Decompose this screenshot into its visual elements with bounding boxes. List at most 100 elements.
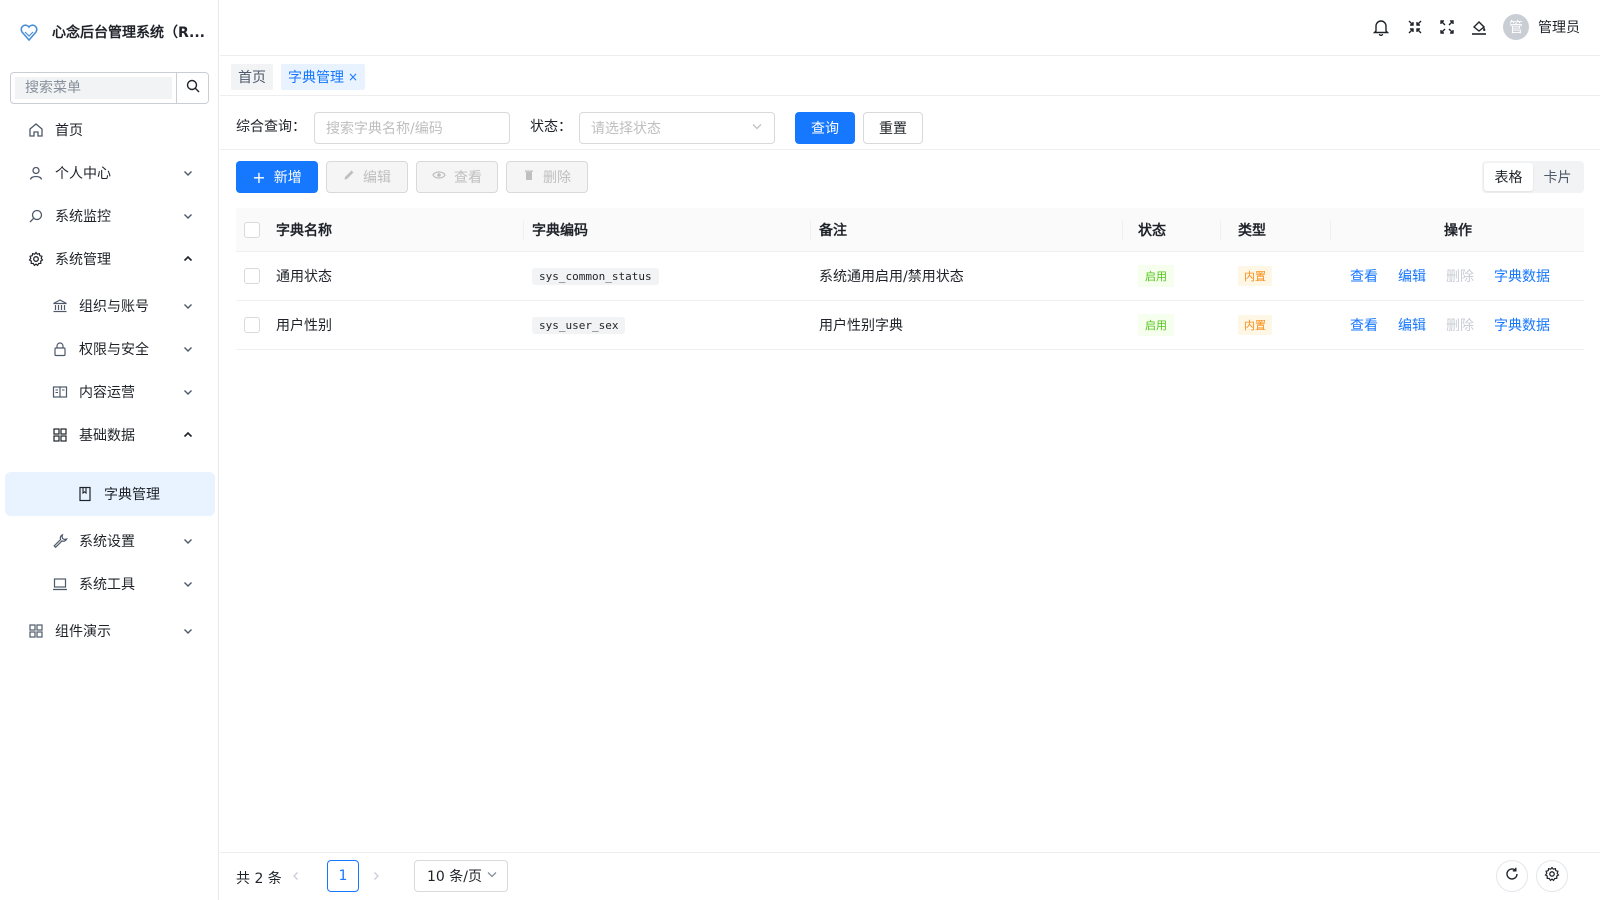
sidebar-item-content-ops[interactable]: 内容运营 [0, 370, 219, 414]
sidebar-item-component-demo[interactable]: 组件演示 [0, 609, 219, 653]
sidebar-item-label: 字典管理 [104, 487, 160, 503]
sidebar-item-monitor[interactable]: 系统监控 [0, 194, 219, 238]
prev-page-icon[interactable] [289, 869, 303, 883]
sidebar-item-profile[interactable]: 个人中心 [0, 151, 219, 195]
tab-bar: 首页 字典管理 × [220, 56, 1600, 96]
fullscreen-icon[interactable] [1437, 17, 1457, 37]
tab-label: 字典管理 [288, 70, 344, 86]
sidebar-item-system-management[interactable]: 系统管理 [0, 237, 219, 281]
gear-icon [1544, 866, 1560, 886]
theme-paint-icon[interactable] [1469, 17, 1489, 37]
page-number-current[interactable]: 1 [327, 860, 359, 892]
delete-button[interactable]: 删除 [506, 161, 588, 193]
cell-code: sys_common_status [532, 267, 659, 285]
sidebar-item-permissions-security[interactable]: 权限与安全 [0, 327, 219, 371]
table-header: 字典名称 字典编码 备注 状态 类型 操作 [236, 208, 1584, 252]
column-divider [1220, 220, 1221, 240]
user-name[interactable]: 管理员 [1538, 17, 1580, 37]
query-input[interactable]: 搜索字典名称/编码 [314, 112, 510, 144]
status-badge: 启用 [1138, 265, 1174, 287]
col-header-status: 状态 [1138, 222, 1166, 239]
view-card-option[interactable]: 卡片 [1533, 163, 1582, 191]
avatar[interactable]: 管 [1503, 14, 1529, 40]
view-mode-toggle: 表格 卡片 [1482, 161, 1584, 193]
sidebar-item-label: 组织与账号 [79, 299, 149, 315]
col-header-code: 字典编码 [532, 222, 588, 239]
menu-search [10, 72, 209, 104]
tab-dict-management[interactable]: 字典管理 × [281, 64, 366, 90]
chevron-up-icon [181, 428, 195, 442]
dict-table: 字典名称 字典编码 备注 状态 类型 操作 通用状态 sys_common_st… [236, 208, 1584, 350]
menu-search-button[interactable] [176, 73, 208, 103]
status-label: 状态： [530, 119, 572, 135]
search-form: 综合查询： 搜索字典名称/编码 状态： 请选择状态 查询 重置 [220, 96, 1600, 150]
sidebar-item-home[interactable]: 首页 [0, 108, 219, 152]
grid-icon [51, 426, 69, 444]
chevron-down-icon [181, 624, 195, 638]
cell-code: sys_user_sex [532, 316, 626, 334]
table-settings-button[interactable] [1536, 860, 1568, 892]
page-size-select[interactable]: 10 条/页 [414, 860, 508, 892]
view-card-label: 卡片 [1543, 170, 1572, 186]
tab-home[interactable]: 首页 [231, 64, 273, 90]
sidebar-item-label: 系统工具 [79, 577, 135, 593]
grid-icon [27, 622, 45, 640]
sidebar-item-system-settings[interactable]: 系统设置 [0, 519, 219, 563]
type-badge: 内置 [1238, 315, 1272, 335]
row-edit-link[interactable]: 编辑 [1398, 315, 1426, 335]
gear-icon [27, 250, 45, 268]
type-badge: 内置 [1238, 266, 1272, 286]
plus-icon: + [252, 167, 266, 187]
collapse-icon[interactable] [1405, 17, 1425, 37]
status-select[interactable]: 请选择状态 [579, 112, 775, 144]
row-dict-data-link[interactable]: 字典数据 [1494, 315, 1550, 335]
view-button[interactable]: 查看 [416, 161, 498, 193]
table-row: 通用状态 sys_common_status 系统通用启用/禁用状态 启用 内置… [236, 252, 1584, 301]
view-button-label: 查看 [454, 170, 482, 186]
row-view-link[interactable]: 查看 [1350, 266, 1378, 286]
sidebar-item-label: 系统管理 [55, 252, 111, 268]
row-view-link[interactable]: 查看 [1350, 315, 1378, 335]
table-row: 用户性别 sys_user_sex 用户性别字典 启用 内置 查看 编辑 删除 … [236, 301, 1584, 350]
row-dict-data-link[interactable]: 字典数据 [1494, 266, 1550, 286]
col-header-name: 字典名称 [276, 222, 332, 239]
refresh-icon [1504, 866, 1520, 886]
delete-button-label: 删除 [543, 170, 571, 186]
sidebar-item-org-accounts[interactable]: 组织与账号 [0, 284, 219, 328]
row-edit-link[interactable]: 编辑 [1398, 266, 1426, 286]
sidebar-item-label: 内容运营 [79, 385, 135, 401]
view-table-option[interactable]: 表格 [1484, 163, 1533, 191]
logo-icon [18, 21, 40, 43]
home-icon [27, 121, 45, 139]
cell-name: 用户性别 [276, 318, 332, 334]
col-header-type: 类型 [1238, 222, 1266, 239]
row-delete-link[interactable]: 删除 [1446, 315, 1474, 335]
row-delete-link[interactable]: 删除 [1446, 266, 1474, 286]
sidebar-item-dict-management[interactable]: 字典管理 [5, 472, 215, 516]
row-checkbox[interactable] [244, 252, 260, 300]
search-button[interactable]: 查询 [795, 112, 855, 144]
app-logo-row[interactable]: 心念后台管理系统（R... [18, 18, 205, 46]
wrench-icon [51, 532, 69, 550]
add-button[interactable]: + 新增 [236, 161, 318, 193]
chevron-down-icon [181, 166, 195, 180]
sidebar-item-system-tools[interactable]: 系统工具 [0, 562, 219, 606]
refresh-button[interactable] [1496, 860, 1528, 892]
col-header-remark: 备注 [819, 222, 847, 239]
page-size-label: 10 条/页 [427, 869, 482, 885]
reset-button[interactable]: 重置 [863, 112, 923, 144]
select-all-checkbox[interactable] [244, 208, 260, 251]
next-page-icon[interactable] [369, 869, 383, 883]
status-badge: 启用 [1138, 314, 1174, 336]
chevron-down-icon [181, 577, 195, 591]
col-header-actions: 操作 [1444, 222, 1472, 239]
row-checkbox[interactable] [244, 301, 260, 349]
cell-name: 通用状态 [276, 269, 332, 285]
menu-search-input[interactable] [15, 77, 172, 99]
edit-button[interactable]: 编辑 [326, 161, 408, 193]
column-divider [1330, 220, 1331, 240]
bell-icon[interactable] [1371, 17, 1391, 37]
close-icon[interactable]: × [348, 70, 358, 84]
sidebar-item-basic-data[interactable]: 基础数据 [0, 413, 219, 457]
query-placeholder: 搜索字典名称/编码 [326, 121, 443, 137]
